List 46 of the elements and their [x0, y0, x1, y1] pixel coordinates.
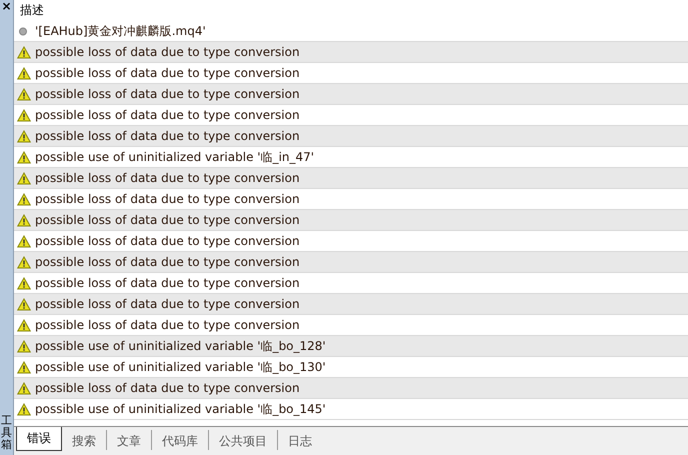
tab[interactable]: 搜索 [62, 430, 106, 450]
warning-icon [17, 150, 31, 164]
warning-icon [17, 214, 31, 226]
warning-icon [17, 276, 31, 290]
message-text: possible use of uninitialized variable '临_in_47' [35, 148, 314, 166]
tab[interactable]: 错误 [16, 427, 62, 451]
message-text: possible use of uninitialized variable '临_bo_130' [35, 358, 326, 376]
file-name: '[EAHub]黄金对冲麒麟版.mq4' [35, 22, 206, 40]
warning-icon [17, 66, 31, 80]
warning-icon [17, 360, 31, 374]
column-header[interactable]: 描述 [14, 0, 688, 21]
message-text: possible loss of data due to type conversion [35, 171, 300, 185]
message-text: possible loss of data due to type conversion [35, 87, 300, 101]
warning-icon [17, 130, 31, 142]
warning-icon [17, 192, 31, 206]
warning-icon [17, 340, 31, 352]
message-text: possible use of uninitialized variable '临_bo_145' [35, 400, 326, 418]
panel-title: 工具箱 [1, 414, 12, 451]
warning-icon [17, 172, 31, 184]
warning-icon [17, 88, 31, 100]
warning-icon [17, 46, 31, 58]
tab[interactable]: 文章 [106, 430, 151, 450]
message-text: possible loss of data due to type conversion [35, 45, 300, 59]
message-text: possible loss of data due to type conversion [35, 276, 300, 290]
tab[interactable]: 日志 [277, 430, 322, 450]
message-text: possible loss of data due to type conversion [35, 297, 300, 311]
message-text: possible loss of data due to type conversion [35, 66, 300, 80]
message-text: possible loss of data due to type conversion [35, 192, 300, 206]
message-text: possible loss of data due to type conversion [35, 234, 300, 248]
tab[interactable]: 公共项目 [208, 430, 277, 450]
message-text: possible loss of data due to type conversion [35, 129, 300, 143]
warning-icon [17, 108, 31, 122]
warning-icon [17, 298, 31, 310]
warning-icon [17, 318, 31, 332]
message-text: possible loss of data due to type conversion [35, 318, 300, 332]
warning-icon [17, 234, 31, 248]
message-text: possible loss of data due to type conversion [35, 381, 300, 395]
warning-icon [17, 402, 31, 416]
warning-icon [17, 256, 31, 268]
message-text: possible loss of data due to type conversion [35, 255, 300, 269]
message-text: possible use of uninitialized variable '临_bo_128' [35, 338, 326, 354]
close-button[interactable]: × [0, 0, 12, 12]
message-text: possible loss of data due to type conversion [35, 213, 300, 227]
warning-icon [17, 382, 31, 394]
tab[interactable]: 代码库 [151, 430, 208, 450]
message-text: possible loss of data due to type conversion [35, 108, 300, 122]
